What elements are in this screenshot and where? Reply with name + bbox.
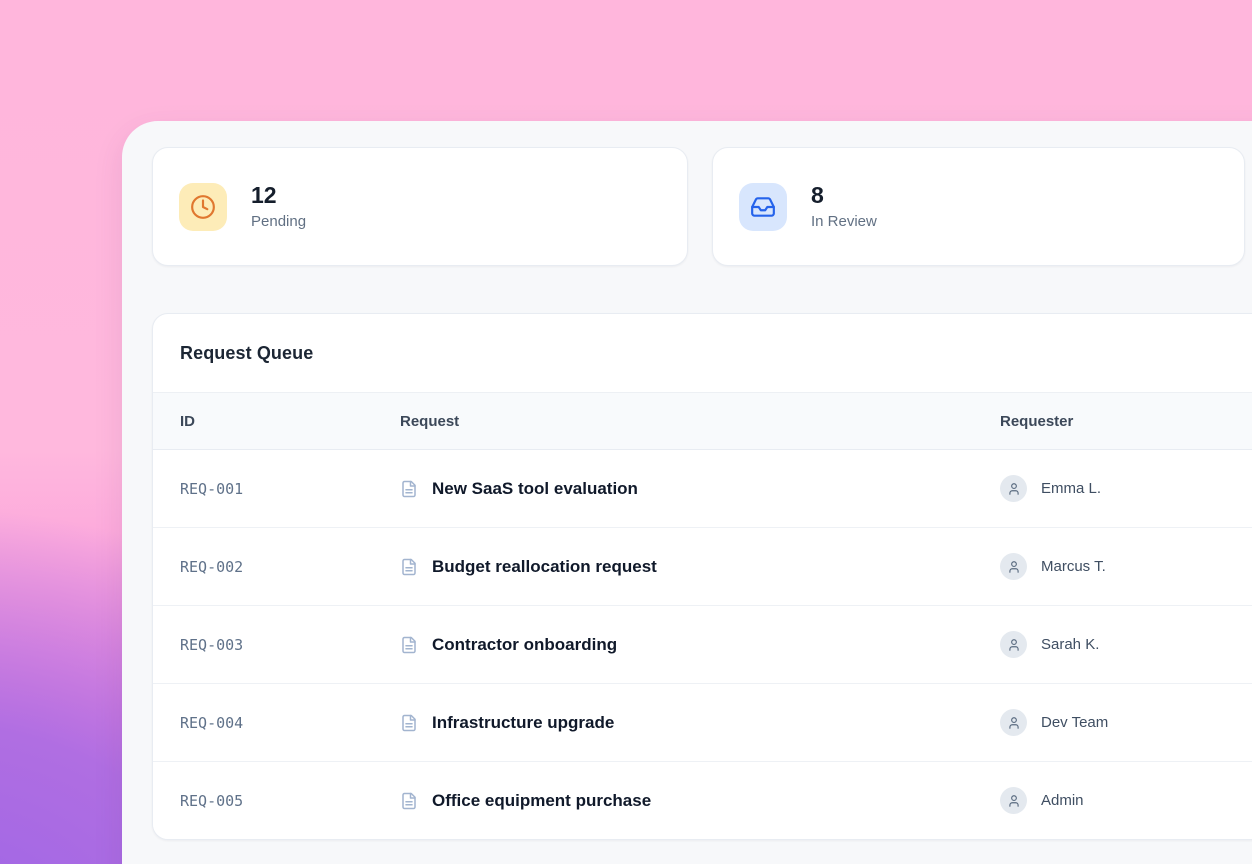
- stat-card-pending: 12 Pending: [152, 147, 688, 266]
- table-row[interactable]: REQ-001 New SaaS tool evaluation: [153, 450, 1252, 528]
- file-text-icon: [400, 714, 418, 732]
- table-row[interactable]: REQ-004 Infrastructure upgrade: [153, 684, 1252, 762]
- stat-text: 8 In Review: [811, 182, 877, 232]
- avatar: [1000, 553, 1027, 580]
- avatar: [1000, 709, 1027, 736]
- background-gradient: 12 Pending 8 In Review Requ: [0, 0, 1252, 864]
- request-id: REQ-001: [180, 480, 400, 498]
- request-title: Budget reallocation request: [432, 557, 657, 577]
- request-cell: Budget reallocation request: [400, 557, 1000, 577]
- stat-card-in-review: 8 In Review: [712, 147, 1245, 266]
- request-cell: New SaaS tool evaluation: [400, 479, 1000, 499]
- table-header-row: ID Request Requester: [153, 393, 1252, 450]
- requester-name: Admin: [1041, 792, 1084, 809]
- request-id: REQ-004: [180, 714, 400, 732]
- table-row[interactable]: REQ-003 Contractor onboarding: [153, 606, 1252, 684]
- avatar: [1000, 631, 1027, 658]
- stat-value-in-review: 8: [811, 182, 877, 209]
- request-cell: Contractor onboarding: [400, 635, 1000, 655]
- column-header-requester: Requester: [1000, 413, 1252, 430]
- table-title: Request Queue: [180, 343, 313, 364]
- file-text-icon: [400, 636, 418, 654]
- avatar: [1000, 787, 1027, 814]
- table-title-row: Request Queue: [153, 314, 1252, 393]
- requester-cell: Marcus T.: [1000, 553, 1252, 580]
- table-row[interactable]: REQ-002 Budget reallocation request: [153, 528, 1252, 606]
- request-id: REQ-005: [180, 792, 400, 810]
- column-header-request: Request: [400, 413, 1000, 430]
- request-title: Office equipment purchase: [432, 791, 651, 811]
- avatar: [1000, 475, 1027, 502]
- request-title: Contractor onboarding: [432, 635, 617, 655]
- table-row[interactable]: REQ-005 Office equipment purchase: [153, 762, 1252, 839]
- requester-name: Emma L.: [1041, 480, 1101, 497]
- file-text-icon: [400, 558, 418, 576]
- inbox-icon: [739, 183, 787, 231]
- request-title: Infrastructure upgrade: [432, 713, 614, 733]
- request-title: New SaaS tool evaluation: [432, 479, 638, 499]
- request-id: REQ-003: [180, 636, 400, 654]
- file-text-icon: [400, 480, 418, 498]
- app-panel: 12 Pending 8 In Review Requ: [122, 121, 1252, 864]
- stats-row: 12 Pending 8 In Review: [152, 147, 1252, 266]
- stat-value-pending: 12: [251, 182, 306, 209]
- requester-name: Dev Team: [1041, 714, 1108, 731]
- file-text-icon: [400, 792, 418, 810]
- stat-label-in-review: In Review: [811, 211, 877, 232]
- stat-label-pending: Pending: [251, 211, 306, 232]
- requester-name: Marcus T.: [1041, 558, 1106, 575]
- requester-cell: Sarah K.: [1000, 631, 1252, 658]
- request-id: REQ-002: [180, 558, 400, 576]
- requester-cell: Emma L.: [1000, 475, 1252, 502]
- clock-icon: [179, 183, 227, 231]
- requester-name: Sarah K.: [1041, 636, 1099, 653]
- request-queue-card: Request Queue ID Request Requester REQ-0…: [152, 313, 1252, 840]
- column-header-id: ID: [180, 413, 400, 430]
- requester-cell: Dev Team: [1000, 709, 1252, 736]
- request-cell: Office equipment purchase: [400, 791, 1000, 811]
- requester-cell: Admin: [1000, 787, 1252, 814]
- request-cell: Infrastructure upgrade: [400, 713, 1000, 733]
- stat-text: 12 Pending: [251, 182, 306, 232]
